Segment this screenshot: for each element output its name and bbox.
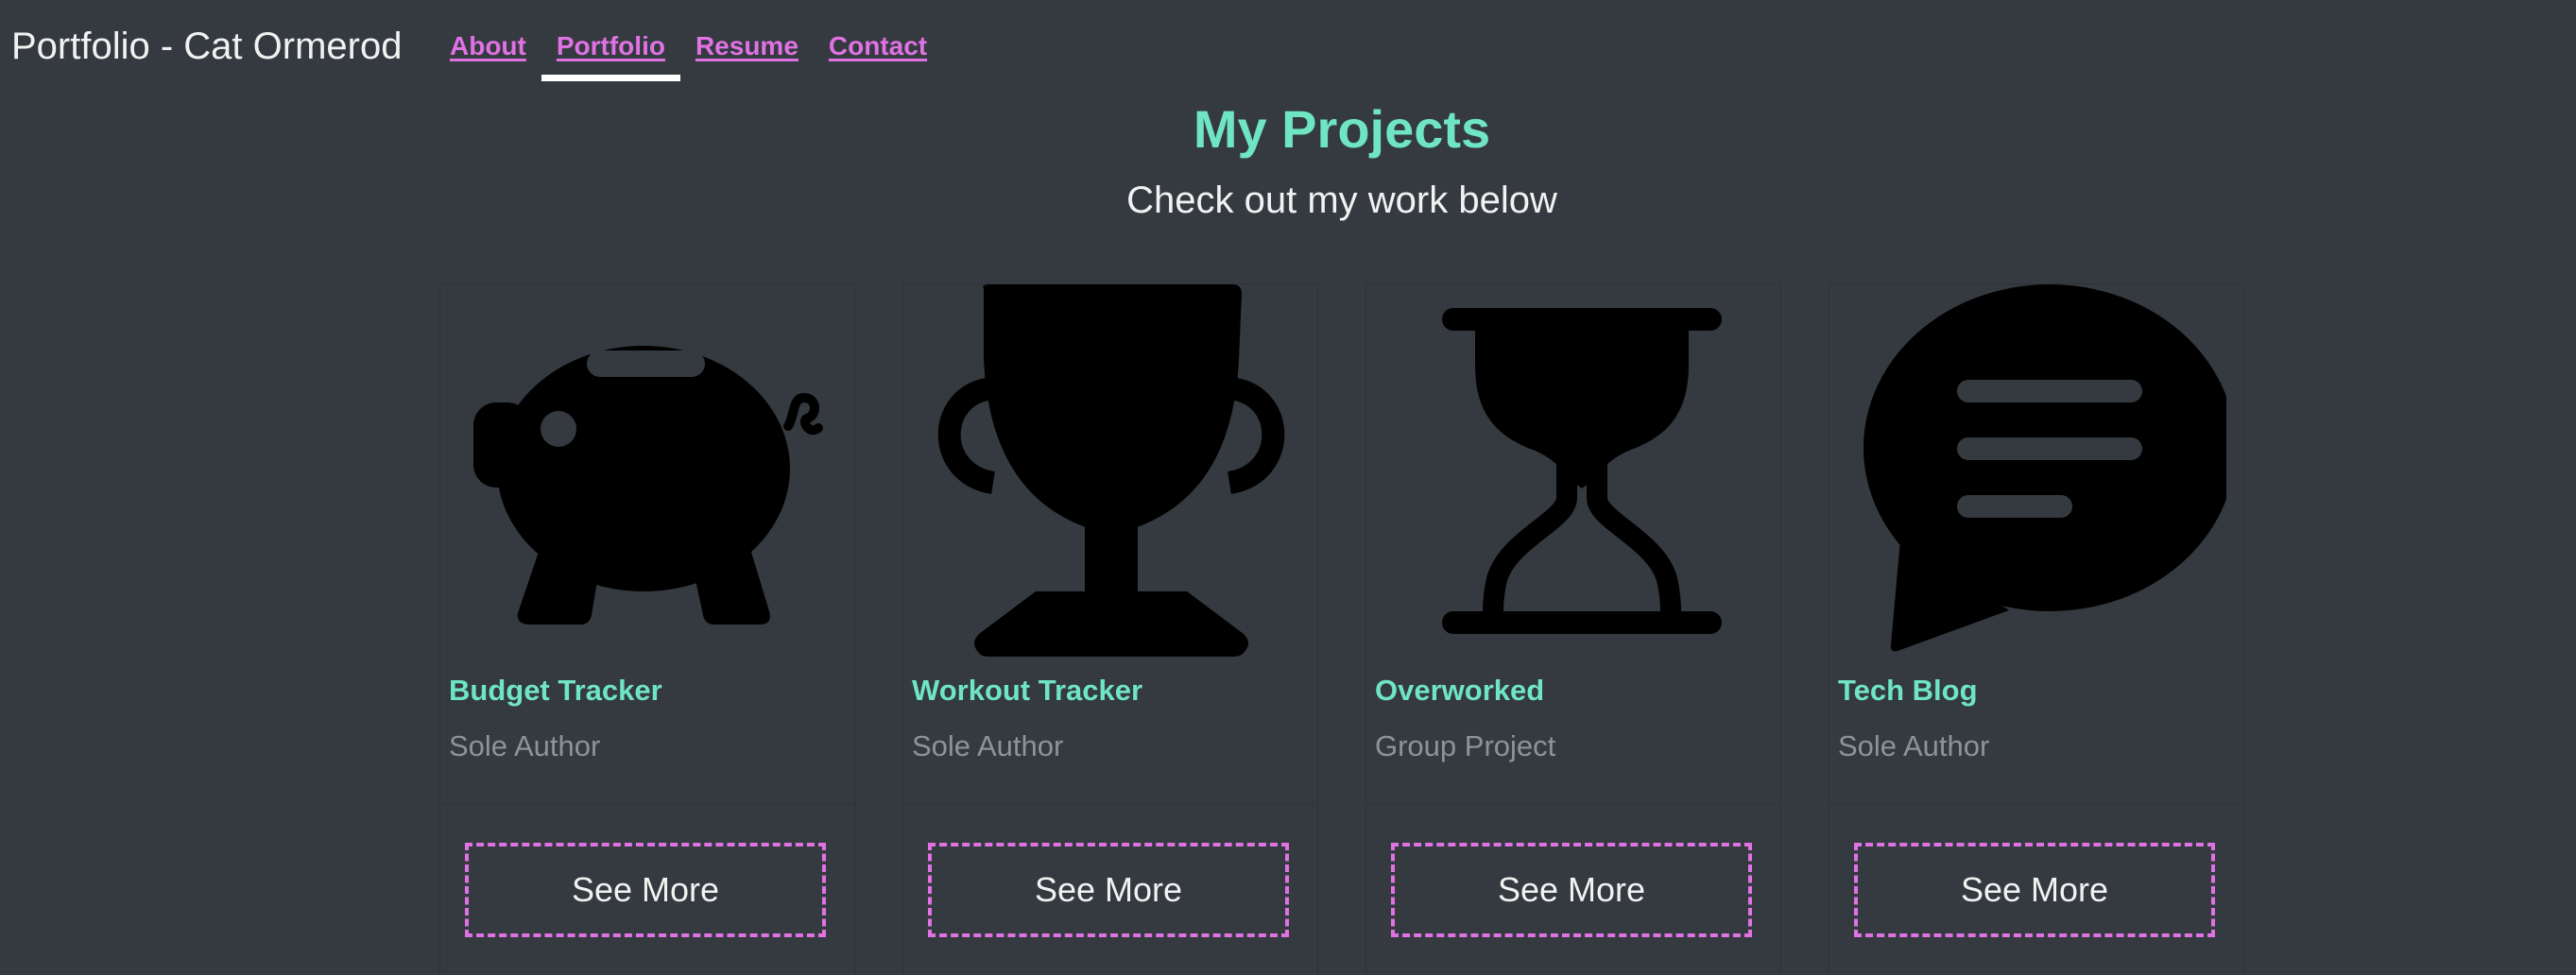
project-card-overworked: Overworked Group Project See More bbox=[1365, 283, 1781, 975]
nav-link-about[interactable]: About bbox=[435, 19, 541, 76]
see-more-button[interactable]: See More bbox=[465, 843, 826, 937]
project-title: Workout Tracker bbox=[912, 674, 1143, 707]
project-title: Budget Tracker bbox=[449, 674, 662, 707]
speech-bubble-icon bbox=[1863, 284, 2226, 652]
project-image bbox=[440, 284, 856, 662]
hourglass-icon bbox=[1442, 308, 1722, 634]
card-footer: See More bbox=[440, 804, 854, 975]
project-image bbox=[1829, 284, 2245, 662]
project-card-tech-blog: Tech Blog Sole Author See More bbox=[1829, 283, 2244, 975]
project-role: Sole Author bbox=[912, 729, 1064, 762]
card-footer: See More bbox=[903, 804, 1317, 975]
project-cards: Budget Tracker Sole Author See More Work… bbox=[439, 283, 2244, 975]
nav-link-contact[interactable]: Contact bbox=[814, 19, 942, 76]
piggy-bank-icon bbox=[473, 346, 823, 624]
project-image bbox=[1366, 284, 1782, 662]
project-role: Group Project bbox=[1375, 729, 1556, 762]
project-image bbox=[903, 284, 1319, 662]
nav-link-portfolio[interactable]: Portfolio bbox=[541, 19, 681, 81]
project-card-budget-tracker: Budget Tracker Sole Author See More bbox=[439, 283, 855, 975]
project-title: Tech Blog bbox=[1838, 674, 1978, 707]
project-title: Overworked bbox=[1375, 674, 1545, 707]
main-nav: About Portfolio Resume Contact bbox=[435, 19, 942, 81]
page-subtitle: Check out my work below bbox=[1126, 180, 1557, 221]
site-title: Portfolio - Cat Ormerod bbox=[11, 26, 403, 67]
see-more-button[interactable]: See More bbox=[1854, 843, 2215, 937]
project-role: Sole Author bbox=[449, 729, 601, 762]
card-footer: See More bbox=[1829, 804, 2243, 975]
page-title: My Projects bbox=[1193, 99, 1491, 159]
see-more-button[interactable]: See More bbox=[1391, 843, 1752, 937]
trophy-icon bbox=[937, 284, 1285, 657]
see-more-button[interactable]: See More bbox=[928, 843, 1289, 937]
card-footer: See More bbox=[1366, 804, 1780, 975]
project-card-workout-tracker: Workout Tracker Sole Author See More bbox=[902, 283, 1318, 975]
nav-link-resume[interactable]: Resume bbox=[680, 19, 814, 76]
page: Portfolio - Cat Ormerod About Portfolio … bbox=[0, 0, 2576, 975]
project-role: Sole Author bbox=[1838, 729, 1990, 762]
